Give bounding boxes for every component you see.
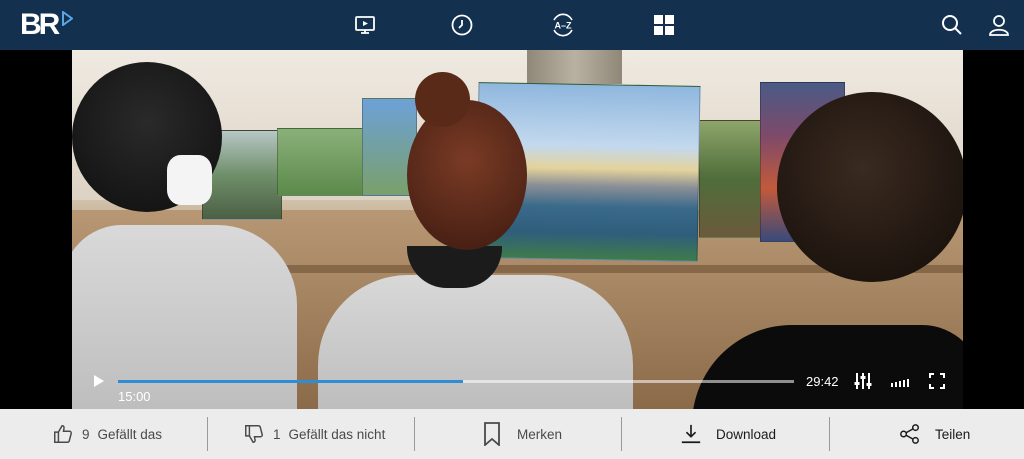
dislike-count: 1 — [273, 426, 281, 442]
svg-text:A–Z: A–Z — [554, 21, 572, 31]
progress-fill — [118, 380, 463, 383]
video-scene-painting — [277, 128, 367, 196]
action-bar: 9 Gefällt das 1 Gefällt das nicht Merken… — [0, 409, 1024, 459]
a-z-icon[interactable]: A–Z — [550, 12, 576, 38]
current-time: 15:00 — [118, 389, 151, 404]
share-icon — [900, 424, 919, 444]
bookmark-icon — [484, 422, 500, 446]
like-button[interactable]: 9 Gefällt das — [52, 409, 162, 459]
thumbs-down-icon — [245, 425, 263, 443]
video-scene-hair-bun — [415, 72, 470, 127]
video-scene-person-head — [777, 92, 963, 282]
total-time: 29:42 — [806, 374, 839, 389]
video-scene-presenter — [527, 50, 622, 84]
share-button[interactable]: Teilen — [899, 409, 970, 459]
search-icon[interactable] — [939, 12, 965, 38]
bookmark-button[interactable]: Merken — [481, 409, 562, 459]
progress-bar[interactable] — [118, 380, 794, 383]
settings-sliders-icon[interactable] — [853, 372, 873, 390]
video-scene-painting — [699, 120, 761, 238]
user-icon[interactable] — [986, 12, 1012, 38]
top-navigation-bar: BR A–Z — [0, 0, 1024, 50]
clock-icon[interactable] — [449, 12, 475, 38]
player-controls: 15:00 29:42 — [72, 362, 963, 409]
quality-bars-icon[interactable] — [890, 372, 910, 390]
tv-play-icon[interactable] — [352, 12, 378, 38]
share-label: Teilen — [935, 426, 971, 442]
divider — [414, 417, 415, 451]
like-count: 9 — [82, 426, 90, 442]
dislike-button[interactable]: 1 Gefällt das nicht — [243, 409, 385, 459]
divider — [621, 417, 622, 451]
grid-icon[interactable] — [651, 12, 677, 38]
br-logo[interactable]: BR — [20, 8, 74, 42]
download-icon — [681, 424, 701, 444]
logo-triangle-icon — [62, 10, 74, 26]
download-button[interactable]: Download — [680, 409, 776, 459]
video-scene-person-head — [407, 100, 527, 250]
divider — [829, 417, 830, 451]
play-icon[interactable] — [92, 374, 106, 388]
bookmark-label: Merken — [517, 426, 563, 442]
video-scene-mask — [167, 155, 212, 205]
thumbs-up-icon — [54, 425, 72, 443]
fullscreen-icon[interactable] — [927, 372, 947, 390]
download-label: Download — [716, 426, 777, 442]
dislike-label: Gefällt das nicht — [288, 426, 386, 442]
video-frame[interactable] — [72, 50, 963, 409]
video-player[interactable]: 15:00 29:42 — [0, 50, 1024, 409]
like-label: Gefällt das — [97, 426, 163, 442]
logo-text: BR — [20, 8, 60, 41]
divider — [207, 417, 208, 451]
